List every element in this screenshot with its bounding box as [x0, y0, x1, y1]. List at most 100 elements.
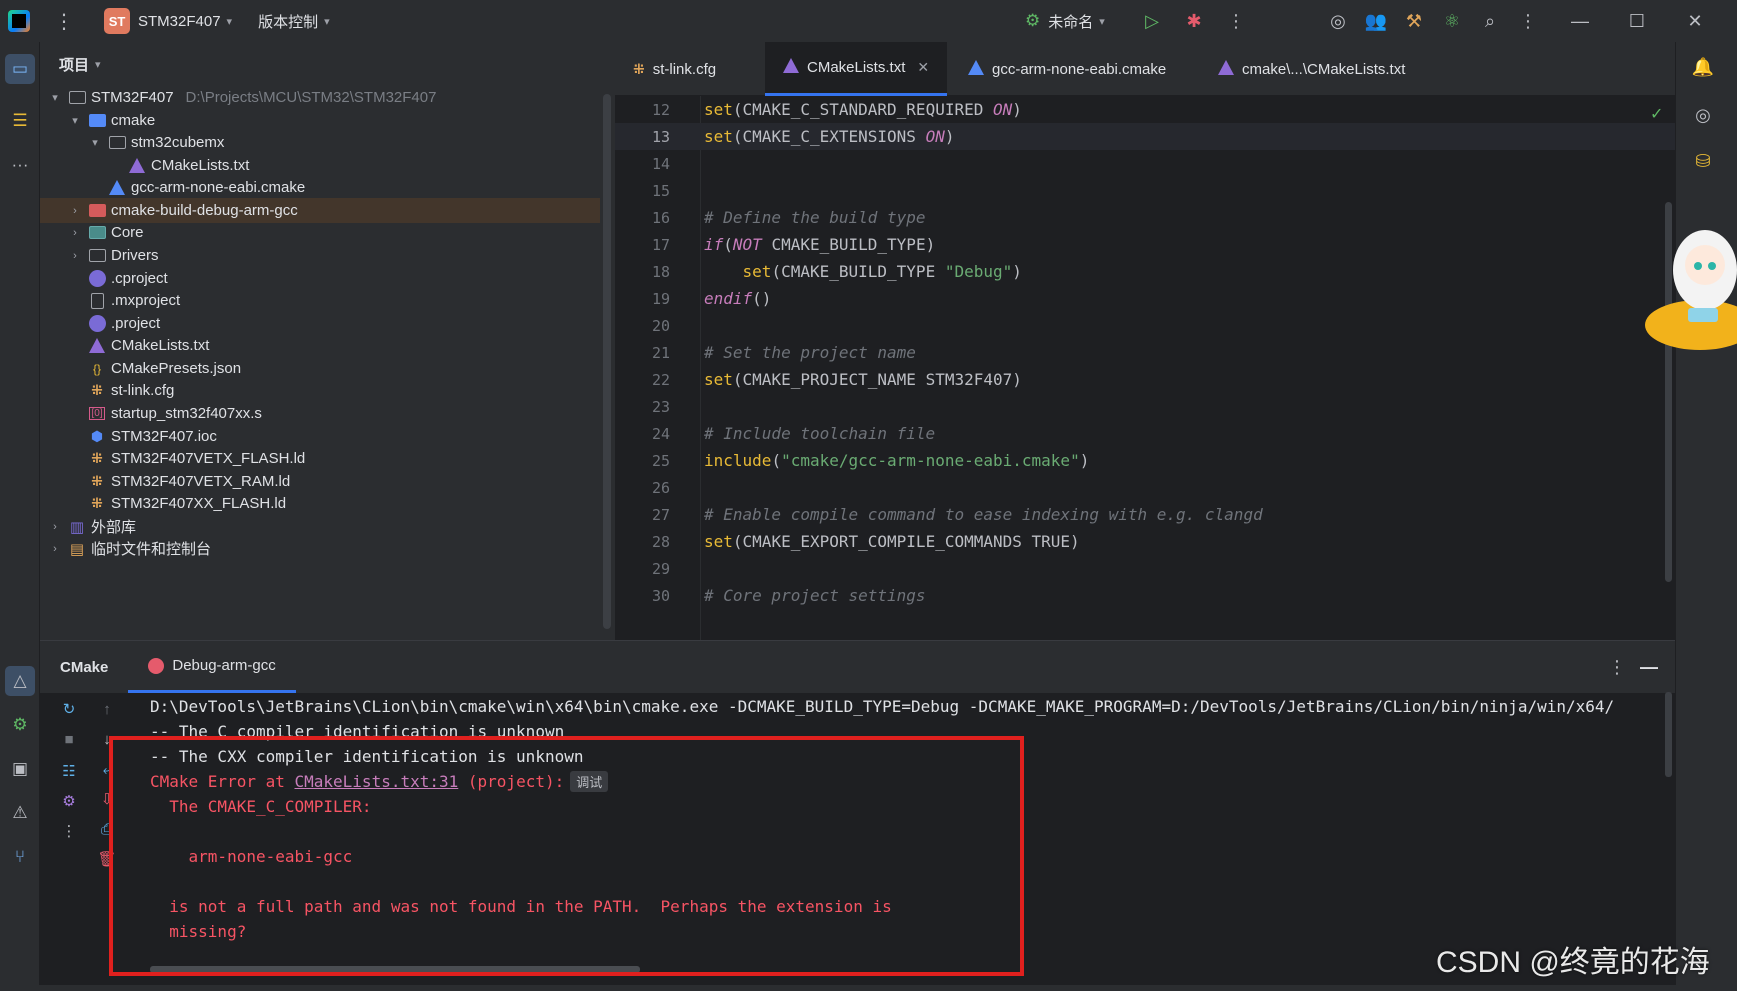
maximize-icon[interactable]: ☐ — [1618, 0, 1656, 42]
title-bar: ⋮ ST STM32F407 ▾ 版本控制 ▾ ⚙ 未命名 ▾ ▷ ✱ ⋮ ◎ … — [0, 0, 1737, 42]
code-area[interactable]: 12 set(CMAKE_C_STANDARD_REQUIRED ON) 13 … — [615, 96, 1675, 640]
tab-st-link-cfg[interactable]: ⁜ st-link.cfg — [615, 42, 765, 96]
run-icon[interactable]: ▷ — [1133, 0, 1171, 42]
project-panel-header[interactable]: 项目 ▾ — [40, 42, 615, 86]
code-line: 30 # Core project settings — [615, 582, 1675, 609]
structure-icon[interactable]: ☰ — [5, 106, 35, 136]
project-switcher[interactable]: ST STM32F407 ▾ — [74, 0, 232, 42]
debug-badge[interactable]: 调试 — [570, 771, 609, 792]
git-icon[interactable]: ⑂ — [5, 842, 35, 872]
more-tools-icon[interactable]: ··· — [5, 150, 35, 180]
vcs-menu[interactable]: 版本控制 ▾ — [258, 0, 330, 42]
ai-chat-icon[interactable]: ◎ — [1688, 100, 1718, 130]
text-file-icon — [88, 292, 106, 310]
line-number: 15 — [651, 181, 670, 200]
hide-panel-icon[interactable]: — — [1640, 657, 1658, 678]
tab-label: CMakeLists.txt — [807, 59, 906, 76]
chevron-down-icon[interactable]: ▾ — [88, 136, 102, 149]
stop-icon[interactable]: ■ — [58, 728, 80, 750]
tree-item-label: stm32cubemx — [131, 134, 225, 151]
chevron-right-icon[interactable]: › — [68, 250, 82, 262]
search-icon[interactable]: ⌕ — [1471, 0, 1509, 42]
plugin-icon[interactable]: ⚛ — [1433, 0, 1471, 42]
clear-icon[interactable]: 🗑 — [96, 848, 118, 870]
settings-menu-icon[interactable]: ⋮ — [1509, 0, 1547, 42]
library-icon: ▥ — [69, 518, 85, 536]
problems-icon[interactable]: ⚠ — [5, 798, 35, 828]
services-icon[interactable]: ⚙ — [5, 710, 35, 740]
tree-item-root-cmakelists[interactable]: CMakeLists.txt — [40, 333, 600, 358]
code-line-current: 13 set(CMAKE_C_EXTENSIONS ON) — [615, 123, 1675, 150]
tab-debug-arm-gcc[interactable]: Debug-arm-gcc — [128, 641, 296, 693]
project-scrollbar[interactable] — [603, 94, 611, 629]
chevron-right-icon[interactable]: › — [48, 543, 62, 555]
more-actions-icon[interactable]: ⋮ — [1217, 0, 1255, 42]
minimize-icon[interactable]: — — [1561, 0, 1599, 42]
run-config-selector[interactable]: ⚙ 未命名 ▾ — [1025, 0, 1105, 42]
print-icon[interactable]: ⎙ — [96, 818, 118, 840]
console-vertical-scrollbar[interactable] — [1665, 692, 1672, 777]
tree-item-core[interactable]: › Core — [40, 220, 600, 245]
ai-assistant-icon[interactable]: ◎ — [1319, 0, 1357, 42]
error-source-link[interactable]: CMakeLists.txt:31 — [295, 772, 459, 791]
clion-logo-icon[interactable] — [8, 10, 30, 32]
editor-tabs: ⁜ st-link.cfg CMakeLists.txt ✕ gcc-arm-n… — [615, 42, 1675, 96]
watermark: CSDN @终竟的花海 — [1436, 946, 1710, 979]
tree-item-label: CMakeLists.txt — [111, 337, 210, 354]
terminal-icon[interactable]: ▣ — [5, 754, 35, 784]
scroll-to-end-icon[interactable]: ⇩ — [96, 788, 118, 810]
error-prefix: CMake Error at — [150, 772, 295, 791]
tree-item-scratches[interactable]: › ▤ 临时文件和控制台 — [40, 536, 600, 561]
code-comment: # Set the project name — [704, 343, 916, 362]
tab-cmakelists[interactable]: CMakeLists.txt ✕ — [765, 42, 947, 96]
chevron-right-icon[interactable]: › — [68, 227, 82, 239]
database-icon[interactable]: ⛁ — [1688, 146, 1718, 176]
folder-icon — [68, 89, 86, 107]
tree-item-stm32cubemx[interactable]: ▾ stm32cubemx — [40, 130, 600, 155]
code-with-me-icon[interactable]: 👥 — [1357, 0, 1395, 42]
tab-cmake-sub-cmakelists[interactable]: cmake\...\CMakeLists.txt — [1200, 42, 1440, 96]
console-horizontal-scrollbar[interactable] — [150, 966, 640, 973]
tree-item-label: st-link.cfg — [111, 382, 175, 399]
cpu-icon[interactable]: ⚙ — [58, 790, 80, 812]
soft-wrap-icon[interactable]: ⤶ — [96, 758, 118, 780]
tree-item-root[interactable]: ▾ STM32F407 D:\Projects\MCU\STM32\STM32F… — [40, 85, 600, 110]
chevron-right-icon[interactable]: › — [48, 521, 62, 533]
code-line: 23 — [615, 393, 1675, 420]
chevron-down-icon[interactable]: ▾ — [48, 91, 62, 104]
chevron-right-icon[interactable]: › — [68, 205, 82, 217]
tree-item-label: CMakePresets.json — [111, 360, 242, 377]
close-icon[interactable]: ✕ — [1676, 0, 1714, 42]
tab-label: gcc-arm-none-eabi.cmake — [992, 60, 1167, 78]
right-tool-strip: 🔔 ◎ ⛁ — [1675, 42, 1737, 991]
chevron-down-icon[interactable]: ▾ — [68, 114, 82, 127]
tree-item-drivers[interactable]: › Drivers — [40, 243, 600, 268]
scroll-down-icon[interactable]: ↓ — [96, 728, 118, 750]
tree-item-startup[interactable]: [0] startup_stm32f407xx.s — [40, 401, 600, 426]
close-tab-icon[interactable]: ✕ — [917, 59, 929, 76]
project-view-icon[interactable]: ▭ — [5, 54, 35, 84]
tab-toolchain[interactable]: gcc-arm-none-eabi.cmake — [950, 42, 1190, 96]
notifications-icon[interactable]: 🔔 — [1688, 52, 1718, 82]
tree-item-stlink[interactable]: ⁜ st-link.cfg — [40, 378, 600, 403]
scroll-up-icon[interactable]: ↑ — [96, 698, 118, 720]
tree-item-flash-ld[interactable]: ⁜ STM32F407VETX_FLASH.ld — [40, 446, 600, 471]
tree-item-label: STM32F407 — [91, 89, 174, 106]
tree-item-xx-flash-ld[interactable]: ⁜ STM32F407XX_FLASH.ld — [40, 491, 600, 516]
cmake-tool-icon[interactable]: △ — [5, 666, 35, 696]
settings-sliders-icon[interactable]: ☷ — [58, 760, 80, 782]
tab-cmake[interactable]: CMake — [40, 641, 128, 693]
tree-item-label: STM32F407VETX_FLASH.ld — [111, 450, 306, 467]
tree-item-label: CMakeLists.txt — [151, 157, 250, 174]
main-menu-icon[interactable]: ⋮ — [54, 9, 74, 34]
tree-item-label: startup_stm32f407xx.s — [111, 405, 262, 422]
folder-icon — [88, 247, 106, 265]
options-icon[interactable]: ⋮ — [1608, 657, 1626, 678]
build-tools-icon[interactable]: ⚒ — [1395, 0, 1433, 42]
tree-item-toolchain[interactable]: gcc-arm-none-eabi.cmake — [40, 175, 600, 200]
tree-item-label: STM32F407.ioc — [111, 428, 217, 445]
tree-item-mxproject[interactable]: .mxproject — [40, 288, 600, 313]
reload-icon[interactable]: ↻ — [58, 698, 80, 720]
debug-icon[interactable]: ✱ — [1175, 0, 1213, 42]
more-icon[interactable]: ⋮ — [58, 820, 80, 842]
